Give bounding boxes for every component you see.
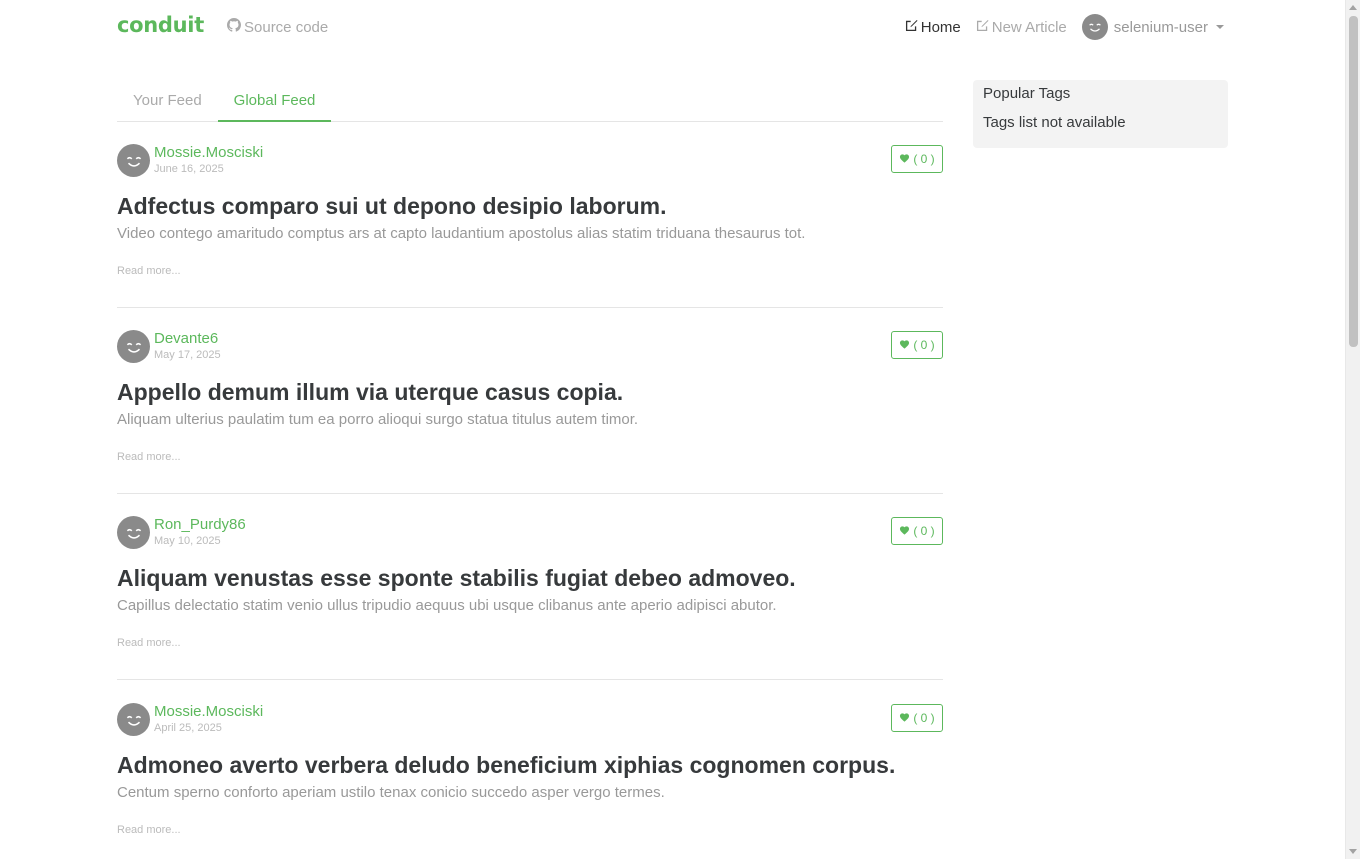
github-icon	[227, 18, 241, 36]
heart-icon	[899, 152, 910, 166]
read-more-link[interactable]: Read more...	[117, 265, 181, 277]
article-title[interactable]: Appello demum illum via uterque casus co…	[117, 379, 623, 406]
scrollbar-thumb[interactable]	[1349, 16, 1358, 347]
article-description: Aliquam ulterius paulatim tum ea porro a…	[117, 411, 639, 428]
avatar-smiley-icon	[126, 715, 141, 726]
article-preview: Devante6 May 17, 2025 ( 0 ) Appello demu…	[117, 307, 943, 494]
avatar-smiley-icon	[126, 342, 141, 353]
source-code-label: Source code	[244, 18, 329, 36]
avatar-smiley-icon	[126, 528, 141, 539]
favorite-count: ( 0 )	[913, 338, 935, 352]
article-description: Capillus delectatio statim venio ullus t…	[117, 597, 777, 614]
article-preview: Mossie.Mosciski June 16, 2025 ( 0 ) Adfe…	[117, 121, 943, 308]
read-more-link[interactable]: Read more...	[117, 637, 181, 649]
heart-icon	[899, 524, 910, 538]
heart-icon	[899, 711, 910, 725]
article-title[interactable]: Admoneo averto verbera deludo beneficium…	[117, 752, 895, 779]
author-avatar[interactable]	[117, 144, 150, 177]
heart-icon	[899, 338, 910, 352]
article-title[interactable]: Aliquam venustas esse sponte stabilis fu…	[117, 565, 796, 592]
article-description: Video contego amaritudo comptus ars at c…	[117, 225, 806, 242]
article-date: May 17, 2025	[154, 349, 221, 361]
edit-icon	[976, 19, 989, 36]
navbar: conduit Source code Home New Article sel…	[0, 0, 1345, 56]
username-label: selenium-user	[1113, 18, 1208, 36]
author-link[interactable]: Mossie.Mosciski	[154, 703, 263, 720]
avatar-smiley-icon	[1081, 14, 1108, 40]
nav-menu: Home New Article selenium-user	[905, 14, 1224, 40]
author-link[interactable]: Mossie.Mosciski	[154, 144, 263, 161]
article-description: Centum sperno conforto aperiam ustilo te…	[117, 784, 665, 801]
sidebar-title: Popular Tags	[983, 85, 1071, 102]
nav-home[interactable]: Home	[905, 19, 961, 36]
favorite-count: ( 0 )	[913, 524, 935, 538]
author-avatar[interactable]	[117, 330, 150, 363]
user-menu-dropdown[interactable]: selenium-user	[1081, 14, 1224, 40]
favorite-button[interactable]: ( 0 )	[891, 145, 943, 173]
nav-home-label: Home	[920, 18, 961, 36]
article-date: May 10, 2025	[154, 535, 221, 547]
tab-global-feed[interactable]: Global Feed	[217, 80, 332, 122]
edit-icon	[905, 19, 918, 36]
chevron-down-icon	[1216, 25, 1224, 29]
read-more-link[interactable]: Read more...	[117, 451, 181, 463]
brand-logo[interactable]: conduit	[117, 13, 204, 37]
article-preview: Mossie.Mosciski April 25, 2025 ( 0 ) Adm…	[117, 680, 943, 859]
page-scrollbar[interactable]	[1345, 0, 1360, 859]
popular-tags-sidebar: Popular Tags Tags list not available	[973, 80, 1228, 148]
favorite-count: ( 0 )	[913, 711, 935, 725]
nav-new-article[interactable]: New Article	[976, 19, 1067, 36]
author-avatar[interactable]	[117, 703, 150, 736]
article-preview: Ron_Purdy86 May 10, 2025 ( 0 ) Aliquam v…	[117, 493, 943, 680]
nav-new-article-label: New Article	[991, 18, 1067, 36]
source-code-link[interactable]: Source code	[227, 18, 328, 36]
article-date: June 16, 2025	[154, 163, 224, 175]
tab-your-feed[interactable]: Your Feed	[117, 80, 218, 122]
tags-empty-message: Tags list not available	[983, 114, 1126, 131]
favorite-count: ( 0 )	[913, 152, 935, 166]
author-avatar[interactable]	[117, 516, 150, 549]
favorite-button[interactable]: ( 0 )	[891, 704, 943, 732]
article-title[interactable]: Adfectus comparo sui ut depono desipio l…	[117, 193, 666, 220]
scroll-up-arrow-icon[interactable]	[1349, 5, 1357, 10]
author-link[interactable]: Devante6	[154, 330, 218, 347]
favorite-button[interactable]: ( 0 )	[891, 331, 943, 359]
scroll-down-arrow-icon[interactable]	[1349, 849, 1357, 854]
avatar-smiley-icon	[126, 156, 141, 167]
article-date: April 25, 2025	[154, 722, 222, 734]
favorite-button[interactable]: ( 0 )	[891, 517, 943, 545]
author-link[interactable]: Ron_Purdy86	[154, 516, 246, 533]
read-more-link[interactable]: Read more...	[117, 824, 181, 836]
feed-tabs: Your Feed Global Feed	[117, 80, 943, 122]
